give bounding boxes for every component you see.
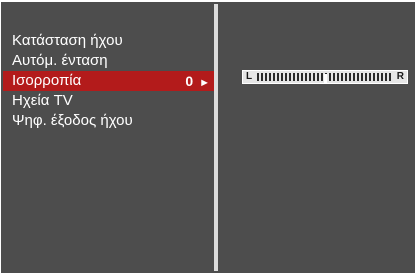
balance-scale-ticks xyxy=(257,73,393,84)
menu-item-digital-audio-out[interactable]: Ψηφ. έξοδος ήχου xyxy=(3,111,214,131)
menu-item-label: Κατάσταση ήχου xyxy=(12,32,123,49)
menu-item-label: Αυτόμ. ένταση xyxy=(12,52,108,69)
panel-divider xyxy=(214,4,218,271)
balance-left-label: L xyxy=(246,71,253,82)
audio-menu-panel: Κατάσταση ήχου Αυτόμ. ένταση Ισορροπία 0… xyxy=(3,4,214,271)
osd-frame: Κατάσταση ήχου Αυτόμ. ένταση Ισορροπία 0… xyxy=(0,0,419,279)
menu-item-label: Ισορροπία xyxy=(12,72,82,89)
menu-item-label: Ψηφ. έξοδος ήχου xyxy=(12,112,133,129)
menu-item-sound-mode[interactable]: Κατάσταση ήχου xyxy=(3,31,214,51)
osd-screen: Κατάσταση ήχου Αυτόμ. ένταση Ισορροπία 0… xyxy=(1,2,415,273)
balance-value: 0 ► xyxy=(185,73,210,89)
menu-item-auto-volume[interactable]: Αυτόμ. ένταση xyxy=(3,51,214,71)
arrow-right-icon: ► xyxy=(199,77,210,89)
balance-panel: L R xyxy=(219,4,413,271)
menu-item-label: Ηχεία TV xyxy=(12,92,73,109)
menu-item-balance[interactable]: Ισορροπία 0 ► xyxy=(3,71,214,91)
balance-right-label: R xyxy=(396,71,404,82)
audio-menu: Κατάσταση ήχου Αυτόμ. ένταση Ισορροπία 0… xyxy=(3,31,214,131)
menu-item-tv-speakers[interactable]: Ηχεία TV xyxy=(3,91,214,111)
balance-slider[interactable]: L R xyxy=(242,70,408,84)
balance-position-marker[interactable] xyxy=(324,74,327,84)
